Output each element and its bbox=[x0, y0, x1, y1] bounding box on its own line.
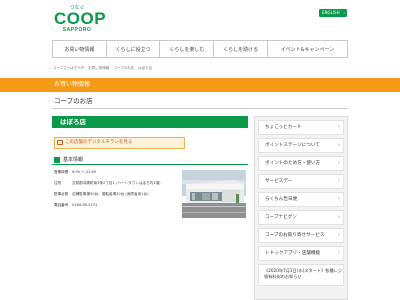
chevron-right-icon: › bbox=[338, 142, 340, 148]
sidebar-item-label: サービスデー bbox=[265, 179, 293, 184]
flyer-button-label: この店舗のデジタルチラシを見る bbox=[65, 140, 133, 145]
global-nav: お買い物情報 くらしに役立つ くらしを楽しむ くらしを助ける イベント&キャンペ… bbox=[52, 40, 349, 58]
category-title: お買い物情報 bbox=[54, 81, 91, 88]
info-value: 苫前郡羽幌町南3条2丁目1 (ハートタウンはぼろ内1階) bbox=[72, 181, 161, 185]
basic-info-label: 基本情報 bbox=[63, 157, 84, 163]
basic-info-heading: 基本情報 bbox=[52, 156, 248, 165]
english-button[interactable]: ENGLISH › bbox=[319, 9, 347, 17]
sidebar-item-order-service[interactable]: コープのお取り寄せサービス › bbox=[258, 228, 344, 243]
chevron-right-icon: › bbox=[338, 232, 340, 238]
info-square-icon bbox=[54, 157, 60, 163]
info-value: 9:00 ～ 22:00 bbox=[72, 170, 97, 174]
nav-item-events[interactable]: イベント&キャンペーン bbox=[266, 41, 349, 57]
nav-item-useful[interactable]: くらしに役立つ bbox=[105, 41, 160, 57]
info-key: 駐車台数 bbox=[54, 192, 69, 196]
sidebar-item-label: ちょこっとカード bbox=[265, 125, 302, 130]
info-row-hours: 営業時間 9:00 ～ 22:00 bbox=[54, 170, 178, 175]
chevron-right-icon: › bbox=[338, 214, 340, 220]
sidebar-item-bag-notice[interactable]: 《2020年7月1日(水)スタート》各種レジ袋有料化のお知らせ bbox=[258, 264, 344, 286]
sidebar-item-service-day[interactable]: サービスデー › bbox=[258, 174, 344, 189]
sidebar-item-label: コープナビゲン bbox=[265, 215, 297, 220]
english-label: ENGLISH bbox=[322, 10, 340, 15]
chevron-right-icon: › bbox=[343, 10, 345, 15]
nav-item-enjoy[interactable]: くらしを楽しむ bbox=[159, 41, 213, 57]
info-value[interactable]: 0164-69-5151 bbox=[72, 203, 178, 208]
info-value: 店舗駐車場50台、運転者場20台 (身障者用1台) bbox=[72, 192, 149, 196]
sidebar-item-chokotto-card[interactable]: ちょこっとカード › bbox=[258, 120, 344, 135]
info-row-address: 住所 苫前郡羽幌町南3条2丁目1 (ハートタウンはぼろ内1階) bbox=[54, 181, 178, 186]
sidebar-item-label: らくちん告日便 bbox=[265, 197, 298, 202]
info-row-phone: 電話番号 0164-69-5151 bbox=[54, 203, 178, 208]
flyer-icon bbox=[57, 140, 63, 145]
sidebar-item-rakuchin[interactable]: らくちん告日便 › bbox=[258, 192, 344, 207]
category-banner: お買い物情報 bbox=[0, 78, 400, 92]
breadcrumb-shopping[interactable]: お買い物情報 bbox=[88, 66, 109, 71]
store-name: はぼろ店 bbox=[60, 118, 86, 126]
divider bbox=[52, 108, 348, 109]
store-photo bbox=[182, 170, 246, 218]
chevron-right-icon: › bbox=[338, 124, 340, 130]
info-key: 営業時間 bbox=[54, 170, 69, 174]
chevron-right-icon: › bbox=[338, 250, 340, 256]
sidebar-item-label: 《2020年7月1日(水)スタート》各種レジ袋有料化のお知らせ bbox=[264, 268, 342, 279]
sidebar-item-label: ポイントステージについて bbox=[265, 143, 320, 148]
sidebar-menu: ちょこっとカード › ポイントステージについて › ポイントのため方・使い方 ›… bbox=[254, 116, 348, 300]
nav-item-shopping[interactable]: お買い物情報 bbox=[52, 41, 106, 57]
info-key: 電話番号 bbox=[54, 203, 69, 207]
sidebar-item-todock-app[interactable]: トドックアプリ・店舗機能 › bbox=[258, 246, 344, 261]
chevron-right-icon: › bbox=[338, 178, 340, 184]
sidebar-item-points-usage[interactable]: ポイントのため方・使い方 › bbox=[258, 156, 344, 171]
sidebar-item-label: コープのお取り寄せサービス bbox=[265, 233, 325, 238]
store-name-bar: はぼろ店 bbox=[52, 116, 248, 128]
sidebar-item-label: トドックアプリ・店舗機能 bbox=[265, 251, 321, 256]
breadcrumb-stores[interactable]: コープのお店 bbox=[113, 66, 134, 71]
coop-sapporo-logo[interactable]: つなぐ COOP SAPPORO bbox=[54, 6, 107, 34]
chevron-right-icon: › bbox=[338, 196, 340, 202]
breadcrumb-top[interactable]: コープさっぽろTOP bbox=[53, 66, 84, 71]
sidebar-item-point-stage[interactable]: ポイントステージについて › bbox=[258, 138, 344, 153]
nav-item-help[interactable]: くらしを助ける bbox=[213, 41, 267, 57]
info-key: 住所 bbox=[54, 181, 62, 185]
page-title: コープのお店 bbox=[54, 97, 93, 105]
breadcrumb: コープさっぽろTOP お買い物情報 コープのお店 はぼろ店 bbox=[53, 66, 152, 71]
sidebar-item-label: ポイントのため方・使い方 bbox=[265, 161, 321, 166]
info-row-parking: 駐車台数 店舗駐車場50台、運転者場20台 (身障者用1台) bbox=[54, 192, 178, 197]
site-header: つなぐ COOP SAPPORO ENGLISH › bbox=[0, 0, 400, 40]
digital-flyer-button[interactable]: この店舗のデジタルチラシを見る bbox=[54, 137, 185, 149]
sidebar-item-coop-navi[interactable]: コープナビゲン › bbox=[258, 210, 344, 225]
logo-main: COOP bbox=[54, 9, 107, 28]
breadcrumb-current: はぼろ店 bbox=[138, 66, 153, 70]
chevron-right-icon: › bbox=[338, 160, 340, 166]
store-info-list: 営業時間 9:00 ～ 22:00 住所 苫前郡羽幌町南3条2丁目1 (ハートタ… bbox=[54, 170, 178, 214]
